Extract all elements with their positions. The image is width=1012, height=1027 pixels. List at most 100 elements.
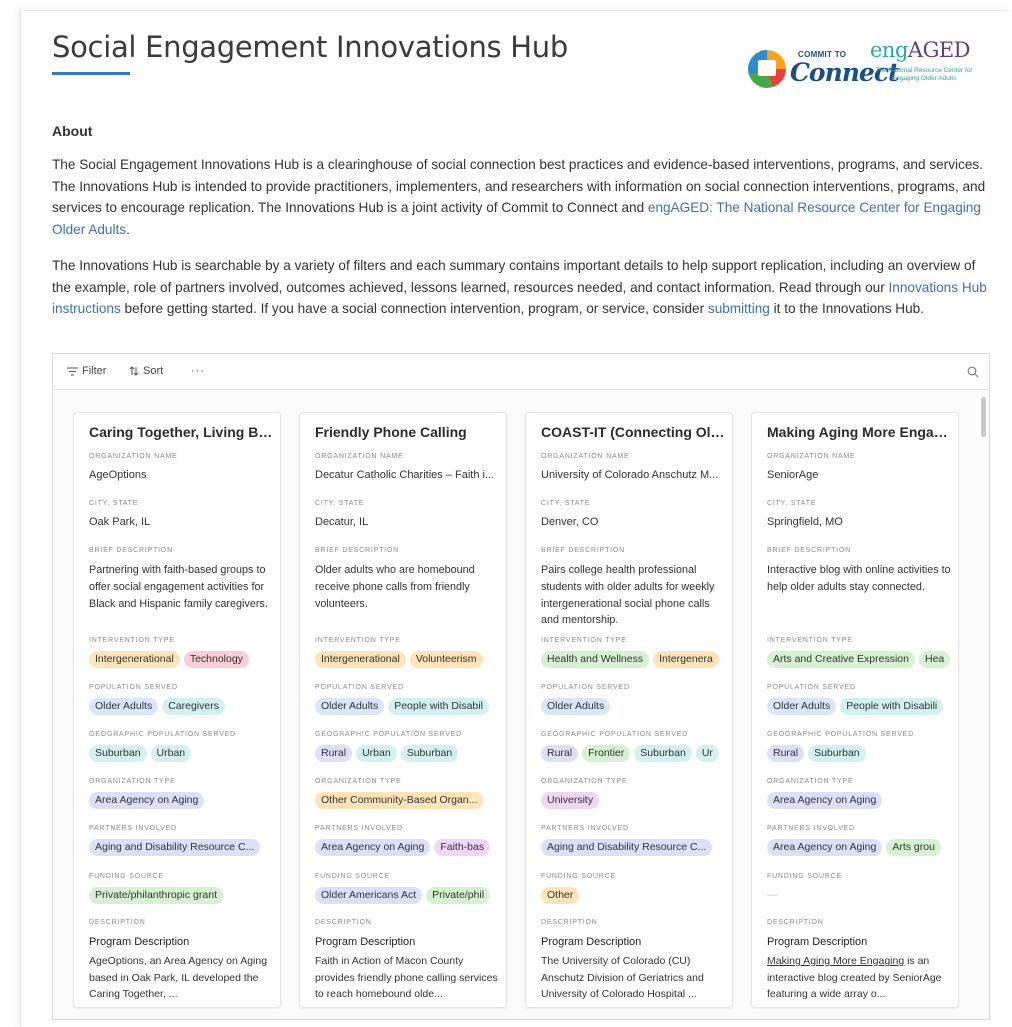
geographic-population-pill[interactable]: Ur xyxy=(695,745,719,762)
org-name-label: ORGANIZATION NAME xyxy=(541,453,630,460)
organization-type-pill[interactable]: Area Agency on Aging xyxy=(767,792,883,809)
card-title[interactable]: COAST-IT (Connecting Old... xyxy=(541,424,725,440)
innovation-card[interactable]: COAST-IT (Connecting Old... ORGANIZATION … xyxy=(525,412,733,1008)
intervention-type-label: INTERVENTION TYPE xyxy=(767,637,853,644)
partners-involved-pills: Aging and Disability Resource C... xyxy=(541,839,727,857)
submitting-link[interactable]: submitting xyxy=(708,301,770,316)
innovation-card[interactable]: Making Aging More Engag... ORGANIZATION N… xyxy=(751,412,959,1008)
population-served-pill[interactable]: Caregivers xyxy=(162,698,225,715)
population-served-label: POPULATION SERVED xyxy=(89,684,178,691)
partners-involved-label: PARTNERS INVOLVED xyxy=(767,825,855,832)
intervention-type-pills: Arts and Creative Expression Hea xyxy=(767,651,953,669)
description-link[interactable]: Making Aging More Engaging xyxy=(767,955,904,967)
description-body: The University of Colorado (CU) Anschutz… xyxy=(541,955,704,1000)
city-state-label: CITY, STATE xyxy=(541,500,591,507)
population-served-pill[interactable]: Older Adults xyxy=(89,698,159,715)
partners-involved-pill[interactable]: Area Agency on Aging xyxy=(767,839,883,856)
commit-to-connect-logo: COMMIT TO Connect xyxy=(746,44,900,92)
intervention-type-pill[interactable]: Intergenerational xyxy=(89,651,180,668)
population-served-pill[interactable]: People with Disabili xyxy=(840,698,944,715)
more-options-button[interactable]: ··· xyxy=(191,365,205,377)
intervention-type-pill[interactable]: Volunteerism xyxy=(409,651,483,668)
intervention-type-pill[interactable]: Hea xyxy=(918,651,951,668)
filter-icon xyxy=(67,366,78,376)
about-p1-end: . xyxy=(126,221,130,237)
funding-source-pill[interactable]: Private/phil xyxy=(426,887,491,904)
funding-source-label: FUNDING SOURCE xyxy=(315,873,390,880)
funding-source-label: FUNDING SOURCE xyxy=(541,873,616,880)
search-button[interactable] xyxy=(967,365,979,383)
organization-type-pill[interactable]: Area Agency on Aging xyxy=(89,792,205,809)
partners-involved-pill[interactable]: Faith-bas xyxy=(434,839,491,856)
geographic-population-pill[interactable]: Rural xyxy=(767,745,805,762)
card-title[interactable]: Making Aging More Engag... xyxy=(767,424,951,440)
city-state-label: CITY, STATE xyxy=(315,500,365,507)
description-label: DESCRIPTION xyxy=(89,919,146,926)
sort-icon xyxy=(129,366,139,376)
funding-source-pill[interactable]: Older Americans Act xyxy=(315,887,423,904)
geographic-population-label: GEOGRAPHIC POPULATION SERVED xyxy=(89,731,237,738)
organization-type-label: ORGANIZATION TYPE xyxy=(767,778,854,785)
population-served-pills: Older Adults People with Disabil xyxy=(315,698,501,716)
brief-description-label: BRIEF DESCRIPTION xyxy=(541,547,625,554)
partners-involved-label: PARTNERS INVOLVED xyxy=(89,825,177,832)
intervention-type-pill[interactable]: Intergenerational xyxy=(315,651,406,668)
intervention-type-pill[interactable]: Intergenera xyxy=(653,651,719,668)
organization-type-label: ORGANIZATION TYPE xyxy=(315,778,402,785)
org-name-label: ORGANIZATION NAME xyxy=(315,453,404,460)
geographic-population-pill[interactable]: Rural xyxy=(541,745,579,762)
brief-description-label: BRIEF DESCRIPTION xyxy=(315,547,399,554)
population-served-pill[interactable]: Older Adults xyxy=(541,698,611,715)
geographic-population-pill[interactable]: Suburban xyxy=(634,745,692,762)
innovation-card[interactable]: Friendly Phone Calling ORGANIZATION NAME D… xyxy=(299,412,507,1008)
scrollbar-thumb[interactable] xyxy=(981,397,986,437)
partners-involved-pills: Aging and Disability Resource C... xyxy=(89,839,275,857)
title-underline xyxy=(52,72,130,75)
partners-involved-pill[interactable]: Aging and Disability Resource C... xyxy=(541,839,713,856)
population-served-pills: Older Adults xyxy=(541,698,727,716)
org-name-value: SeniorAge xyxy=(767,469,819,481)
organization-type-label: ORGANIZATION TYPE xyxy=(541,778,628,785)
population-served-label: POPULATION SERVED xyxy=(315,684,404,691)
population-served-pill[interactable]: People with Disabil xyxy=(388,698,489,715)
hub-list-panel: Filter Sort ··· Caring Together, Living … xyxy=(52,353,990,1020)
intervention-type-pills: Health and Wellness Intergenera xyxy=(541,651,727,669)
organization-type-pill[interactable]: Other Community-Based Organ... xyxy=(315,792,484,809)
sort-button[interactable]: Sort xyxy=(129,365,163,377)
population-served-pill[interactable]: Older Adults xyxy=(767,698,837,715)
geographic-population-pill[interactable]: Rural xyxy=(315,745,353,762)
partners-involved-label: PARTNERS INVOLVED xyxy=(315,825,403,832)
org-name-label: ORGANIZATION NAME xyxy=(89,453,178,460)
organization-type-label: ORGANIZATION TYPE xyxy=(89,778,176,785)
geographic-population-pill[interactable]: Suburban xyxy=(89,745,147,762)
geographic-population-label: GEOGRAPHIC POPULATION SERVED xyxy=(767,731,915,738)
card-title[interactable]: Friendly Phone Calling xyxy=(315,424,499,440)
description-body: AgeOptions, an Area Agency on Aging base… xyxy=(89,955,268,1000)
funding-source-empty: — xyxy=(767,889,778,901)
partners-involved-pill[interactable]: Area Agency on Aging xyxy=(315,839,431,856)
geographic-population-pill[interactable]: Urban xyxy=(356,745,397,762)
geographic-population-pill[interactable]: Frontier xyxy=(582,745,631,762)
funding-source-label: FUNDING SOURCE xyxy=(767,873,842,880)
geographic-population-pill[interactable]: Suburban xyxy=(808,745,866,762)
city-state-value: Oak Park, IL xyxy=(89,516,151,528)
sort-label: Sort xyxy=(143,365,164,377)
filter-button[interactable]: Filter xyxy=(67,365,106,377)
geographic-population-pill[interactable]: Urban xyxy=(150,745,192,762)
card-title[interactable]: Caring Together, Living Bet... xyxy=(89,424,273,440)
intervention-type-pill[interactable]: Health and Wellness xyxy=(541,651,650,668)
intervention-type-pill[interactable]: Arts and Creative Expression xyxy=(767,651,915,668)
population-served-pill[interactable]: Older Adults xyxy=(315,698,385,715)
organization-type-pills: Other Community-Based Organ... xyxy=(315,792,501,810)
engaged-logo-eng: eng xyxy=(870,38,908,62)
intervention-type-pill[interactable]: Technology xyxy=(183,651,249,668)
geographic-population-pill[interactable]: Suburban xyxy=(400,745,459,762)
partners-involved-pill[interactable]: Arts grou xyxy=(886,839,941,856)
organization-type-pill[interactable]: University xyxy=(541,792,600,809)
innovation-card[interactable]: Caring Together, Living Bet... ORGANIZATI… xyxy=(73,412,281,1008)
funding-source-pill[interactable]: Private/philanthropic grant xyxy=(89,887,223,904)
population-served-pills: Older Adults Caregivers xyxy=(89,698,275,716)
funding-source-pill[interactable]: Other xyxy=(541,887,580,904)
page-title: Social Engagement Innovations Hub xyxy=(52,30,568,64)
partners-involved-pill[interactable]: Aging and Disability Resource C... xyxy=(89,839,261,856)
